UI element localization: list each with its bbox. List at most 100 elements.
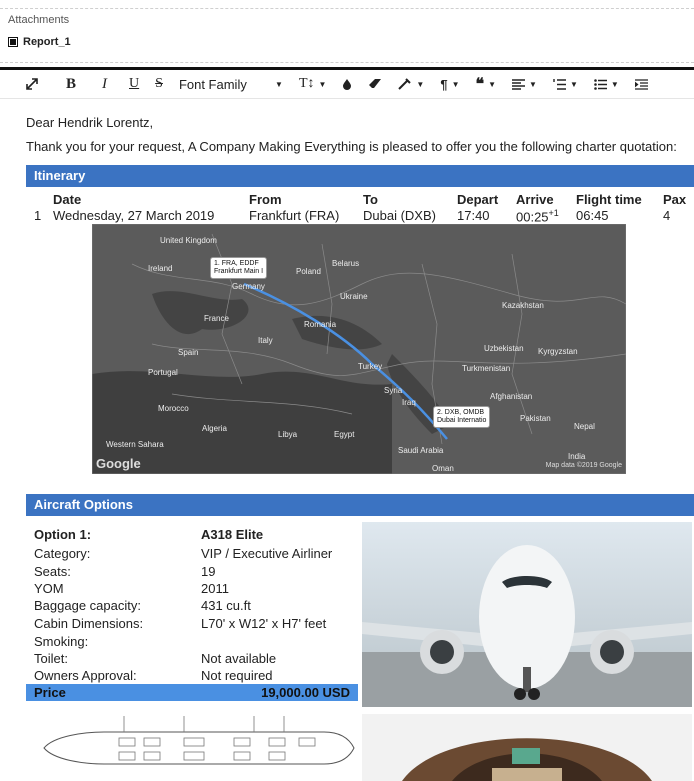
map-marker-fra[interactable]: 1. FRA, EDDF Frankfurt Main I [210, 257, 268, 279]
row-from: Frankfurt (FRA) [249, 208, 340, 223]
row-flight-time: 06:45 [576, 208, 609, 223]
cabin-interior-photo [362, 714, 692, 781]
unordered-list-icon[interactable]: ▼ [586, 78, 627, 90]
header-from: From [249, 192, 282, 207]
ordered-list-icon[interactable]: ▼ [545, 78, 586, 90]
map-label-algeria: Algeria [202, 424, 227, 433]
map-label-uzbekistan: Uzbekistan [484, 344, 524, 353]
attachments-title: Attachments [8, 14, 70, 26]
highlight-icon[interactable]: ▼ [390, 78, 432, 90]
bold-button[interactable]: B [46, 76, 84, 93]
row-pax: 4 [663, 208, 671, 223]
spec-label-seats: Seats: [34, 564, 71, 579]
spec-value-seats: 19 [201, 564, 216, 579]
map-label-portugal: Portugal [148, 368, 178, 377]
map-label-poland: Poland [296, 267, 321, 276]
expand-icon[interactable] [0, 78, 46, 90]
header-date: Date [53, 192, 82, 207]
marker-dxb-line1: 2. DXB, OMDB [437, 409, 485, 416]
price-bar: Price 19,000.00 USD [26, 684, 358, 701]
itinerary-header: Date From To Depart Arrive Flight time P… [26, 192, 694, 208]
map-label-ireland: Ireland [148, 264, 173, 273]
map-label-iraq: Iraq [402, 398, 416, 407]
strikethrough-button[interactable]: S [147, 76, 171, 92]
spec-label-cabin: Cabin Dimensions: [34, 616, 144, 631]
marker-fra-line2: Frankfurt Main I [214, 268, 264, 275]
header-arrive: Arrive [516, 192, 554, 207]
map-label-saudi-arabia: Saudi Arabia [398, 446, 444, 455]
italic-button[interactable]: I [84, 76, 115, 93]
text-size-icon: T↕ [298, 76, 315, 91]
text-color-icon[interactable] [334, 78, 360, 90]
map-label-kazakhstan: Kazakhstan [502, 301, 544, 310]
attachment-file-name[interactable]: Report_1 [23, 36, 71, 48]
align-icon[interactable]: ▼ [504, 78, 545, 90]
price-label: Price [34, 685, 66, 700]
spec-label-yom: YOM [34, 581, 64, 596]
spec-value-yom: 2011 [201, 581, 229, 596]
underline-button[interactable]: U [115, 76, 147, 92]
chevron-down-icon: ▼ [275, 79, 283, 89]
row-arrive-offset: +1 [548, 208, 559, 218]
font-family-select[interactable]: Font Family ▼ [171, 77, 291, 92]
spec-value-approval: Not required [201, 668, 273, 683]
aircraft-options-title: Aircraft Options [26, 494, 694, 516]
marker-fra-line1: 1. FRA, EDDF [214, 260, 259, 267]
spec-label-baggage: Baggage capacity: [34, 598, 141, 613]
google-logo: Google [96, 456, 141, 471]
attachment-file[interactable]: Report_1 [8, 36, 71, 48]
map-label-pakistan: Pakistan [520, 414, 551, 423]
map-label-italy: Italy [258, 336, 273, 345]
header-depart: Depart [457, 192, 499, 207]
cabin-layout-diagram [24, 716, 360, 781]
map-copyright: Map data ©2019 Google [545, 462, 622, 469]
row-depart: 17:40 [457, 208, 490, 223]
option-name: A318 Elite [201, 527, 264, 542]
map-label-western-sahara: Western Sahara [106, 440, 164, 449]
spec-label-category: Category: [34, 546, 91, 561]
greeting: Dear Hendrik Lorentz, [26, 115, 154, 130]
map-label-turkey: Turkey [358, 362, 383, 371]
price-value: 19,000.00 USD [261, 685, 350, 700]
spec-label-toilet: Toilet: [34, 651, 68, 666]
text-size-button[interactable]: T↕ ▼ [291, 76, 334, 92]
map-label-india: India [568, 452, 586, 461]
map-label-morocco: Morocco [158, 404, 189, 413]
map-marker-dxb[interactable]: 2. DXB, OMDB Dubai Internatio [433, 406, 491, 428]
map-label-france: France [204, 314, 229, 323]
row-arrive-time: 00:25 [516, 209, 549, 225]
header-pax: Pax [663, 192, 687, 207]
map-label-turkmenistan: Turkmenistan [462, 364, 511, 373]
spec-value-baggage: 431 cu.ft [201, 598, 251, 613]
header-to: To [363, 192, 378, 207]
map-label-germany: Germany [232, 282, 265, 291]
spec-value-cabin: L70' x W12' x H7' feet [201, 616, 327, 631]
editor-toolbar: B I U S Font Family ▼ T↕ ▼ ▼ ¶ ▼ ❝ ▼ ▼ ▼ ▼ [0, 67, 694, 99]
indent-icon[interactable] [627, 78, 656, 90]
attachments-panel: Attachments Report_1 [0, 0, 694, 63]
itinerary-title: Itinerary [26, 165, 694, 187]
quote-icon[interactable]: ❝ ▼ [468, 74, 505, 94]
map-label-spain: Spain [178, 348, 199, 357]
spec-label-approval: Owners Approval: [34, 668, 137, 683]
row-date: Wednesday, 27 March 2019 [53, 208, 215, 223]
spec-value-category: VIP / Executive Airliner [201, 546, 333, 561]
option-label: Option 1: [34, 527, 92, 542]
row-to: Dubai (DXB) [363, 208, 436, 223]
font-family-label: Font Family [178, 76, 247, 92]
row-number: 1 [34, 208, 42, 223]
map-label-kyrgyzstan: Kyrgyzstan [538, 347, 578, 356]
header-flight-time: Flight time [576, 192, 642, 207]
map-label-belarus: Belarus [332, 259, 360, 268]
paragraph-icon[interactable]: ¶ ▼ [432, 77, 467, 92]
map-label-romania: Romania [304, 320, 337, 329]
aircraft-exterior-photo [362, 522, 692, 707]
route-map[interactable]: United Kingdom Ireland Germany Poland Be… [92, 224, 626, 474]
eraser-icon[interactable] [360, 79, 390, 89]
map-label-oman: Oman [432, 464, 454, 473]
map-label-egypt: Egypt [334, 430, 355, 439]
map-label-libya: Libya [278, 430, 298, 439]
marker-dxb-line2: Dubai Internatio [437, 417, 487, 424]
row-arrive: 00:25+1 [516, 208, 559, 224]
spec-value-toilet: Not available [201, 651, 277, 666]
